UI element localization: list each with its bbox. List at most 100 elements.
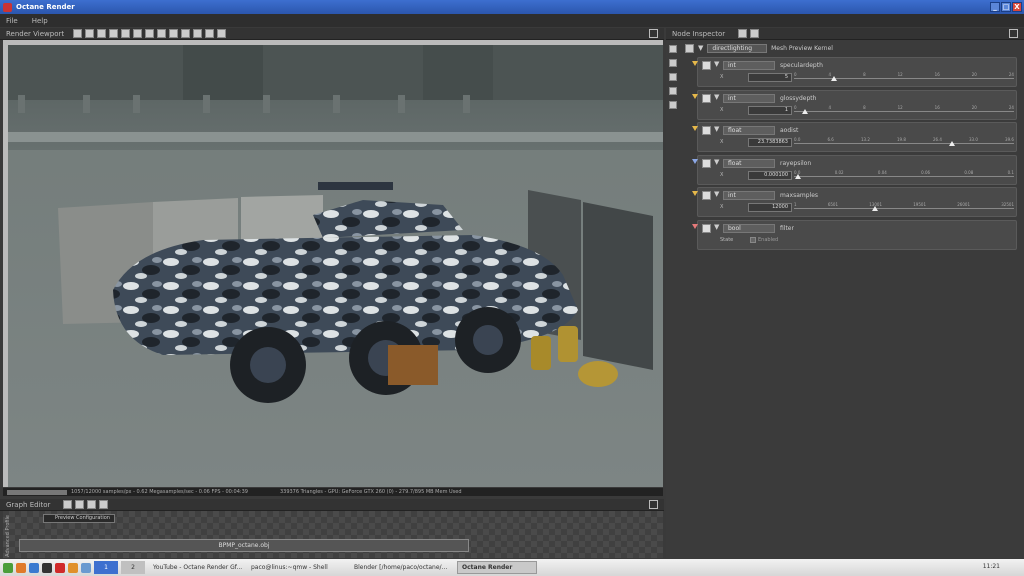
environment-icon[interactable] (669, 73, 677, 81)
play-icon[interactable] (121, 29, 131, 38)
param-value-input[interactable]: 0.000100 (748, 171, 792, 180)
param-name: speculardepth (780, 62, 823, 69)
task-blender[interactable]: Blender [/home/paco/octane/... (349, 561, 454, 574)
root-collapse-icon[interactable] (685, 43, 694, 53)
start-menu-icon[interactable] (3, 562, 13, 573)
maximize-panel-icon[interactable] (649, 29, 658, 38)
param-x-label: X (720, 74, 724, 80)
reset-camera-icon[interactable] (145, 29, 155, 38)
terminal-icon[interactable] (42, 562, 52, 573)
desktop-2[interactable]: 2 (121, 561, 145, 574)
slider-tick-label: 26.4 (933, 137, 942, 142)
lock-icon[interactable] (193, 29, 203, 38)
mesh-icon[interactable] (669, 101, 677, 109)
maximize-graph-icon[interactable] (649, 500, 658, 509)
slider-tick-label: 13.2 (860, 137, 870, 142)
param-value-input[interactable]: 23.7383863 (748, 138, 792, 147)
close-button[interactable]: X (1012, 2, 1022, 12)
viewport-ruler-top (3, 40, 663, 45)
minimize-button[interactable]: _ (990, 2, 1000, 12)
load-icon[interactable] (63, 500, 73, 509)
param-type-select[interactable]: float (723, 159, 775, 168)
param-type-select[interactable]: bool (723, 224, 775, 233)
param-slider[interactable] (794, 109, 1014, 114)
desktop-1[interactable]: 1 (94, 561, 118, 574)
param-type-select[interactable]: int (723, 94, 775, 103)
slider-thumb[interactable] (795, 174, 802, 179)
param-value-input[interactable]: 5 (748, 73, 792, 82)
param-type-icon[interactable] (702, 159, 711, 168)
menu-help[interactable]: Help (32, 17, 48, 25)
settings-icon[interactable] (205, 29, 215, 38)
browser-icon[interactable] (29, 562, 39, 573)
slider-thumb[interactable] (949, 141, 956, 146)
param-slider[interactable] (794, 76, 1014, 81)
kernel-icon[interactable] (669, 59, 677, 67)
enabled-checkbox-label: Enabled (758, 237, 779, 243)
slider-tick-label: 0.08 (964, 170, 974, 175)
param-type-icon[interactable] (702, 61, 711, 70)
imager-icon[interactable] (669, 87, 677, 95)
param-slider[interactable] (794, 174, 1014, 179)
task-youtube[interactable]: YouTube - Octane Render Gf... (148, 561, 243, 574)
param-expand-icon[interactable]: ▼ (714, 93, 719, 101)
copy-icon[interactable] (87, 500, 97, 509)
param-expand-icon[interactable]: ▼ (714, 190, 719, 198)
viewport-ruler-left (3, 40, 8, 487)
remove-icon[interactable] (75, 500, 85, 509)
search-icon[interactable] (81, 562, 91, 573)
region-clear-icon[interactable] (181, 29, 191, 38)
slider-thumb[interactable] (802, 109, 808, 114)
param-expand-icon[interactable]: ▼ (714, 60, 719, 68)
param-expand-icon[interactable]: ▼ (714, 158, 719, 166)
maximize-button[interactable]: □ (1001, 2, 1011, 12)
param-value-input[interactable]: 12000 (748, 203, 792, 212)
slider-thumb[interactable] (830, 76, 837, 81)
root-expand-icon[interactable]: ▼ (698, 44, 703, 52)
param-type-icon[interactable] (702, 94, 711, 103)
slider-thumb[interactable] (872, 206, 879, 211)
maximize-inspector-icon[interactable] (1009, 29, 1018, 38)
slider-tick-label: 20 (971, 105, 977, 110)
task-shell[interactable]: paco@linus:~qmw - Shell (246, 561, 346, 574)
pin-indicator-icon (692, 94, 698, 99)
param-type-icon[interactable] (702, 191, 711, 200)
param-type-select[interactable]: int (723, 61, 775, 70)
enabled-checkbox[interactable] (750, 237, 756, 243)
region-icon[interactable] (169, 29, 179, 38)
param-slider[interactable] (794, 141, 1014, 146)
param-type-icon[interactable] (702, 126, 711, 135)
graph-canvas[interactable]: Advanced Profile Preview Configuration B… (3, 511, 663, 558)
camera-icon[interactable] (669, 45, 677, 53)
kernel-type-select[interactable]: directlighting (707, 43, 768, 53)
preview-icon[interactable] (99, 500, 109, 509)
param-expand-icon[interactable]: ▼ (714, 125, 719, 133)
firefox-icon[interactable] (68, 562, 78, 573)
param-slider[interactable] (794, 206, 1014, 211)
world-icon[interactable] (217, 29, 227, 38)
save-image-icon[interactable] (133, 29, 143, 38)
param-expand-icon[interactable]: ▼ (714, 223, 719, 231)
param-type-select[interactable]: int (723, 191, 775, 200)
preview-configuration-button[interactable]: Preview Configuration (43, 514, 115, 523)
opera-icon[interactable] (55, 562, 65, 573)
pan-tool-icon[interactable] (85, 29, 95, 38)
inspector-pin-icon[interactable] (738, 29, 748, 38)
param-type-select[interactable]: float (723, 126, 775, 135)
menu-file[interactable]: File (6, 17, 18, 25)
slider-tick-label: 20 (971, 72, 977, 77)
task-octane[interactable]: Octane Render (457, 561, 537, 574)
rewind-icon[interactable] (97, 29, 107, 38)
render-image (3, 40, 663, 487)
pause-icon[interactable] (109, 29, 119, 38)
focus-picker-icon[interactable] (157, 29, 167, 38)
inspector-copy-icon[interactable] (750, 29, 760, 38)
window-title: Octane Render (16, 3, 75, 11)
mesh-node[interactable]: BPMP_octane.obj (19, 539, 469, 552)
render-viewport[interactable] (3, 40, 663, 487)
param-type-icon[interactable] (702, 224, 711, 233)
home-icon[interactable] (16, 562, 26, 573)
param-value-input[interactable]: 1 (748, 106, 792, 115)
select-tool-icon[interactable] (73, 29, 83, 38)
slider-tick-label: 24 (1008, 72, 1014, 77)
